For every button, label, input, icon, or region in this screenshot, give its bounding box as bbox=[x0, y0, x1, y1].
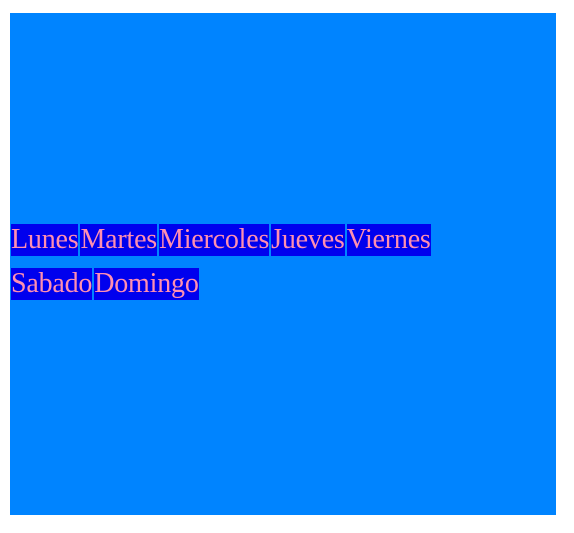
day-item-miercoles: Miercoles bbox=[159, 224, 270, 256]
day-list: Lunes Martes Miercoles Jueves Viernes Sa… bbox=[11, 224, 511, 300]
days-panel: Lunes Martes Miercoles Jueves Viernes Sa… bbox=[10, 13, 556, 515]
day-item-sabado: Sabado bbox=[11, 268, 93, 300]
day-item-martes: Martes bbox=[80, 224, 157, 256]
day-item-lunes: Lunes bbox=[11, 224, 79, 256]
day-item-domingo: Domingo bbox=[94, 268, 199, 300]
day-item-viernes: Viernes bbox=[346, 224, 431, 256]
day-item-jueves: Jueves bbox=[271, 224, 345, 256]
